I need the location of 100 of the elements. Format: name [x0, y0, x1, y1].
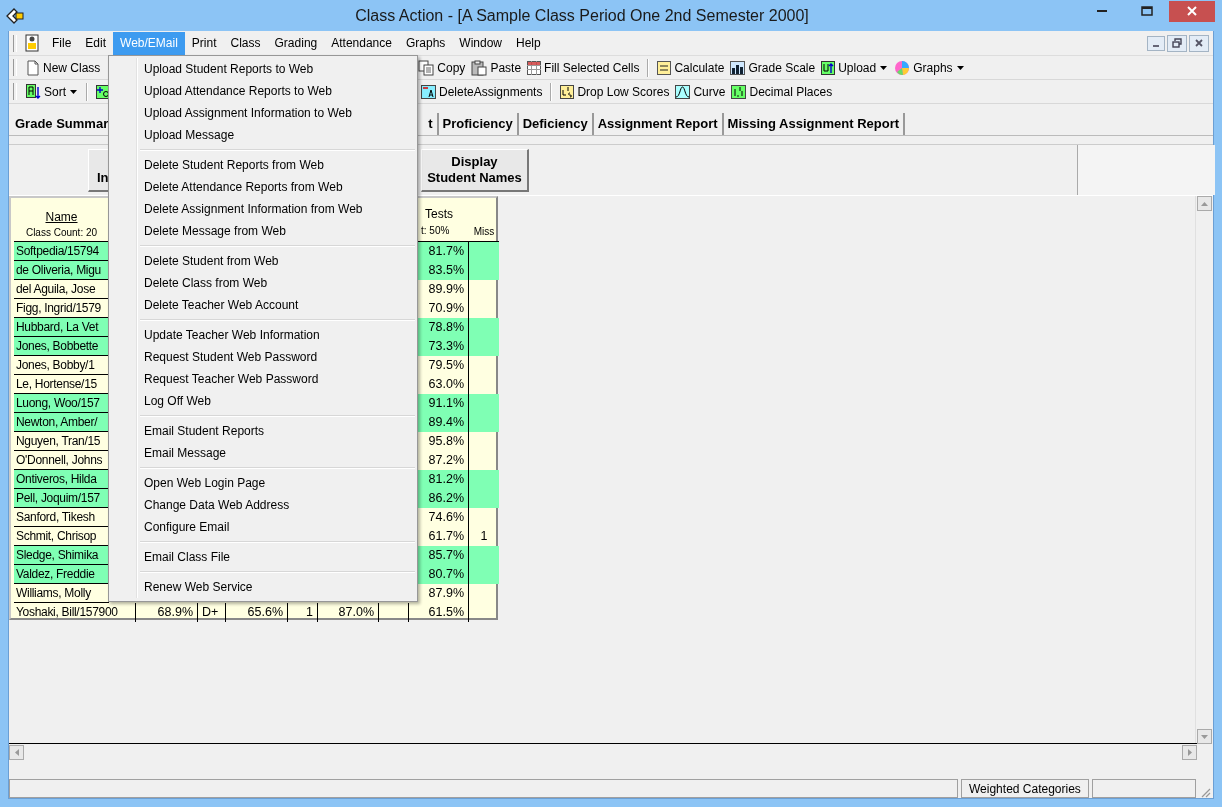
bar-chart-icon	[730, 60, 746, 75]
right-arrow-icon	[1187, 749, 1192, 756]
document-icon	[25, 34, 39, 52]
menu-item[interactable]: File	[45, 31, 79, 55]
equals-icon	[657, 60, 672, 75]
restore-button[interactable]	[1167, 34, 1187, 52]
delete-column-icon	[421, 84, 436, 99]
table-cell: D+	[198, 603, 226, 622]
tab[interactable]: t	[424, 113, 439, 135]
column-weight: t: 50%	[421, 225, 450, 236]
column-header: Tests	[425, 207, 453, 221]
table-cell: 1	[288, 603, 318, 622]
toolbar-button[interactable]: Copy	[415, 57, 469, 78]
close-button[interactable]	[1189, 34, 1209, 52]
table-cell-text: 1	[479, 528, 489, 545]
caret-icon[interactable]	[880, 65, 888, 70]
pie-chart-icon	[894, 59, 911, 76]
table-cell: Hubbard, La Vet	[14, 318, 109, 337]
table-cell	[469, 394, 499, 413]
menu-item[interactable]: Upload Message	[111, 124, 415, 146]
panel-button[interactable]: Display Student Names	[421, 149, 529, 192]
vertical-scrollbar[interactable]	[1195, 196, 1213, 744]
toolbar-button[interactable]: Sort	[23, 81, 69, 102]
menu-item[interactable]: Graphs	[398, 31, 453, 55]
horizontal-scrollbar[interactable]	[9, 743, 1197, 761]
tab[interactable]: Proficiency	[438, 113, 519, 135]
menu-item[interactable]: Print	[184, 31, 224, 55]
tab[interactable]: Assignment Report	[593, 113, 724, 135]
drop-scores-icon	[560, 84, 575, 99]
toolbar-button[interactable]: Paste	[468, 57, 525, 78]
table-cell	[469, 318, 499, 337]
maximize-icon	[1140, 6, 1153, 16]
menu-item[interactable]: Grading	[267, 31, 325, 55]
table-cell: 65.6%	[226, 603, 288, 622]
table-cell	[469, 413, 499, 432]
restore-icon	[1172, 38, 1182, 48]
table-cell: Softpedia/15794	[14, 242, 109, 261]
table-cell: Yoshaki, Bill/157900	[14, 603, 136, 622]
caret-icon[interactable]	[956, 65, 964, 70]
clipboard-icon	[471, 59, 488, 76]
toolbar-button[interactable]: DeleteAssignments	[418, 82, 546, 101]
table-cell: 87.0%	[318, 603, 379, 622]
menu-item[interactable]: Upload Student Reports to Web	[111, 58, 415, 80]
up-arrow-icon	[1201, 201, 1208, 206]
menu-item[interactable]: Attendance	[324, 31, 399, 55]
table-cell	[469, 546, 499, 565]
toolbar-button[interactable]: Decimal Places	[728, 82, 836, 101]
column-header: Miss	[473, 226, 495, 237]
toolbar-button[interactable]: Calculate	[654, 58, 728, 77]
copy-icon	[418, 59, 435, 76]
close-button[interactable]	[1169, 0, 1215, 22]
menu-item[interactable]: Delete Assignment Information from Web	[111, 198, 415, 220]
page-icon	[26, 59, 40, 76]
menu-item[interactable]: Upload Assignment Information to Web	[111, 102, 415, 124]
table-cell: Jones, Bobbette	[14, 337, 109, 356]
table-cell: Luong, Woo/157	[14, 394, 109, 413]
toolbar-button[interactable]: Fill Selected Cells	[524, 58, 643, 77]
window-title: Class Action - [A Sample Class Period One 2nd Semester 2000]	[354, 6, 810, 25]
menu-item[interactable]: Window	[452, 31, 509, 55]
tab[interactable]: Deficiency	[518, 113, 594, 135]
toolbar-button[interactable]: New Class	[23, 57, 104, 78]
table-cell: 61.5%	[409, 603, 469, 622]
close-icon	[1194, 38, 1204, 48]
table-cell: Valdez, Freddie	[14, 565, 109, 584]
table-cell	[469, 565, 499, 584]
table-cell	[469, 337, 499, 356]
app-icon	[5, 6, 25, 25]
table-cell: 68.9%	[136, 603, 198, 622]
toolbar-button[interactable]: Grade Scale	[727, 58, 819, 77]
minimize-icon	[1153, 44, 1159, 47]
upload-icon	[821, 60, 836, 75]
menu-item[interactable]: Help	[509, 31, 548, 55]
sort-icon	[26, 83, 41, 100]
column-header[interactable]: Name	[45, 210, 78, 224]
table-cell: Ontiveros, Hilda	[14, 470, 109, 489]
menu-item[interactable]: Upload Attendance Reports to Web	[111, 80, 415, 102]
table-cell	[469, 470, 499, 489]
decimal-icon	[731, 84, 747, 99]
table-cell: Sledge, Shimika	[14, 546, 109, 565]
table-cell: Pell, Joquim/157	[14, 489, 109, 508]
tab[interactable]: Missing Assignment Report	[723, 113, 906, 135]
caret-icon[interactable]	[70, 89, 77, 94]
table-cell	[469, 242, 499, 261]
menu-item[interactable]: Class	[223, 31, 268, 55]
curve-icon	[675, 84, 691, 99]
close-icon	[1187, 6, 1197, 16]
status-text: Weighted Categories	[961, 779, 1089, 798]
toolbar-button[interactable]: Curve	[672, 82, 729, 101]
minimize-button[interactable]	[1147, 35, 1165, 51]
table-cell: de Oliveria, Migu	[14, 261, 109, 280]
menu-item[interactable]: Edit	[78, 31, 114, 55]
down-arrow-icon	[1201, 734, 1208, 739]
menu-item[interactable]: Delete Message from Web	[111, 220, 415, 242]
toolbar-button[interactable]: Upload	[818, 58, 880, 77]
class-count: Class Count: 20	[25, 227, 98, 238]
toolbar-button[interactable]: Graphs	[891, 57, 956, 78]
table-cell	[469, 489, 499, 508]
grid-icon	[527, 60, 542, 75]
tab[interactable]: Grade Summar	[9, 113, 113, 135]
toolbar-button[interactable]: Drop Low Scores	[557, 82, 673, 101]
